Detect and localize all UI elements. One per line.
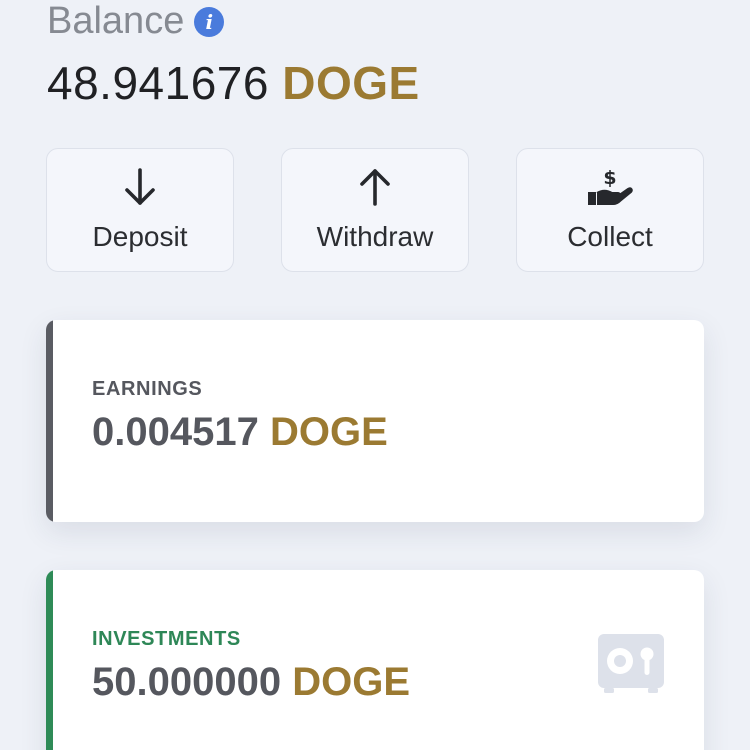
earnings-currency: DOGE (269, 410, 388, 454)
balance-value: 48.941676 (47, 57, 269, 109)
investments-card[interactable]: INVESTMENTS 50.000000 DOGE (46, 570, 704, 750)
deposit-button[interactable]: Deposit (46, 148, 234, 272)
investments-currency: DOGE (292, 660, 411, 704)
balance-currency: DOGE (282, 57, 420, 109)
earnings-title: EARNINGS (92, 378, 203, 400)
collect-button[interactable]: $ Collect (516, 148, 704, 272)
arrow-down-icon (125, 168, 155, 205)
withdraw-button[interactable]: Withdraw (281, 148, 469, 272)
collect-label: Collect (567, 221, 653, 252)
balance-label: Balance (47, 0, 185, 42)
info-icon[interactable]: i (194, 6, 225, 37)
balance-amount: 48.941676 DOGE (47, 56, 420, 110)
wallet-screen: Balance i 48.941676 DOGE Deposit Withdra… (0, 0, 750, 750)
investments-title: INVESTMENTS (92, 628, 241, 650)
investments-value: 50.000000 (92, 660, 282, 704)
balance-header: Balance i (47, 0, 225, 43)
svg-text:$: $ (603, 167, 616, 189)
arrow-up-icon (360, 169, 390, 206)
earnings-card[interactable]: EARNINGS 0.004517 DOGE (46, 320, 704, 522)
earnings-value: 0.004517 (92, 410, 259, 454)
hand-dollar-icon: $ (588, 167, 633, 205)
investments-amount: 50.000000 DOGE (92, 660, 410, 705)
action-buttons: Deposit Withdraw $ Collect (46, 148, 704, 272)
deposit-label: Deposit (92, 221, 188, 252)
earnings-amount: 0.004517 DOGE (92, 410, 388, 455)
safe-icon (598, 634, 664, 693)
withdraw-label: Withdraw (316, 221, 434, 252)
